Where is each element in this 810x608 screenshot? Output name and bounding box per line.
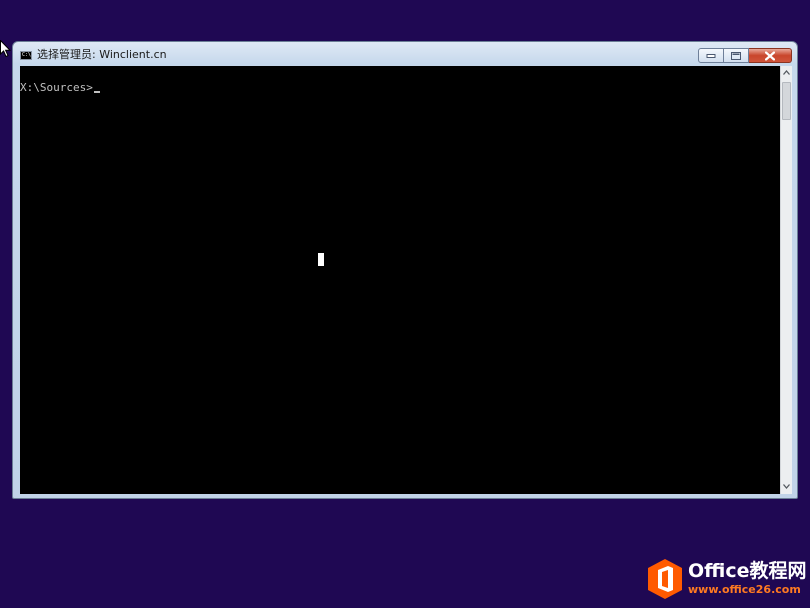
- caption-buttons: [698, 48, 792, 63]
- text-cursor: [93, 91, 100, 93]
- watermark-brand: Office教程网: [688, 560, 807, 582]
- scroll-down-button[interactable]: [781, 480, 792, 494]
- command-prompt-window[interactable]: C:\ 选择管理员: Winclient.cn X:\Sources>: [12, 41, 798, 499]
- maximize-icon: [731, 51, 741, 60]
- vertical-scrollbar[interactable]: [780, 66, 792, 494]
- maximize-button[interactable]: [724, 48, 749, 63]
- chevron-down-icon: [783, 484, 790, 489]
- title-bar[interactable]: C:\ 选择管理员: Winclient.cn: [13, 42, 797, 66]
- minimize-button[interactable]: [698, 48, 724, 63]
- mouse-pointer-icon: [0, 40, 12, 58]
- close-button[interactable]: [749, 48, 792, 63]
- prompt-text: X:\Sources>: [20, 81, 93, 94]
- scroll-thumb[interactable]: [782, 82, 791, 120]
- chevron-up-icon: [783, 70, 790, 75]
- watermark-url: www.office26.com: [688, 583, 801, 596]
- command-prompt-line: X:\Sources>: [20, 81, 100, 95]
- close-icon: [765, 51, 775, 60]
- minimize-icon: [706, 53, 716, 58]
- watermark: Office教程网 www.office26.com: [646, 558, 807, 600]
- ibeam-cursor: [318, 253, 324, 266]
- cmd-icon: C:\: [20, 51, 32, 60]
- office-logo-icon: [648, 559, 682, 599]
- window-title: 选择管理员: Winclient.cn: [37, 48, 167, 61]
- cmd-icon-glyph: C:\: [22, 52, 32, 58]
- console-output[interactable]: X:\Sources>: [20, 66, 780, 494]
- scroll-up-button[interactable]: [781, 66, 792, 80]
